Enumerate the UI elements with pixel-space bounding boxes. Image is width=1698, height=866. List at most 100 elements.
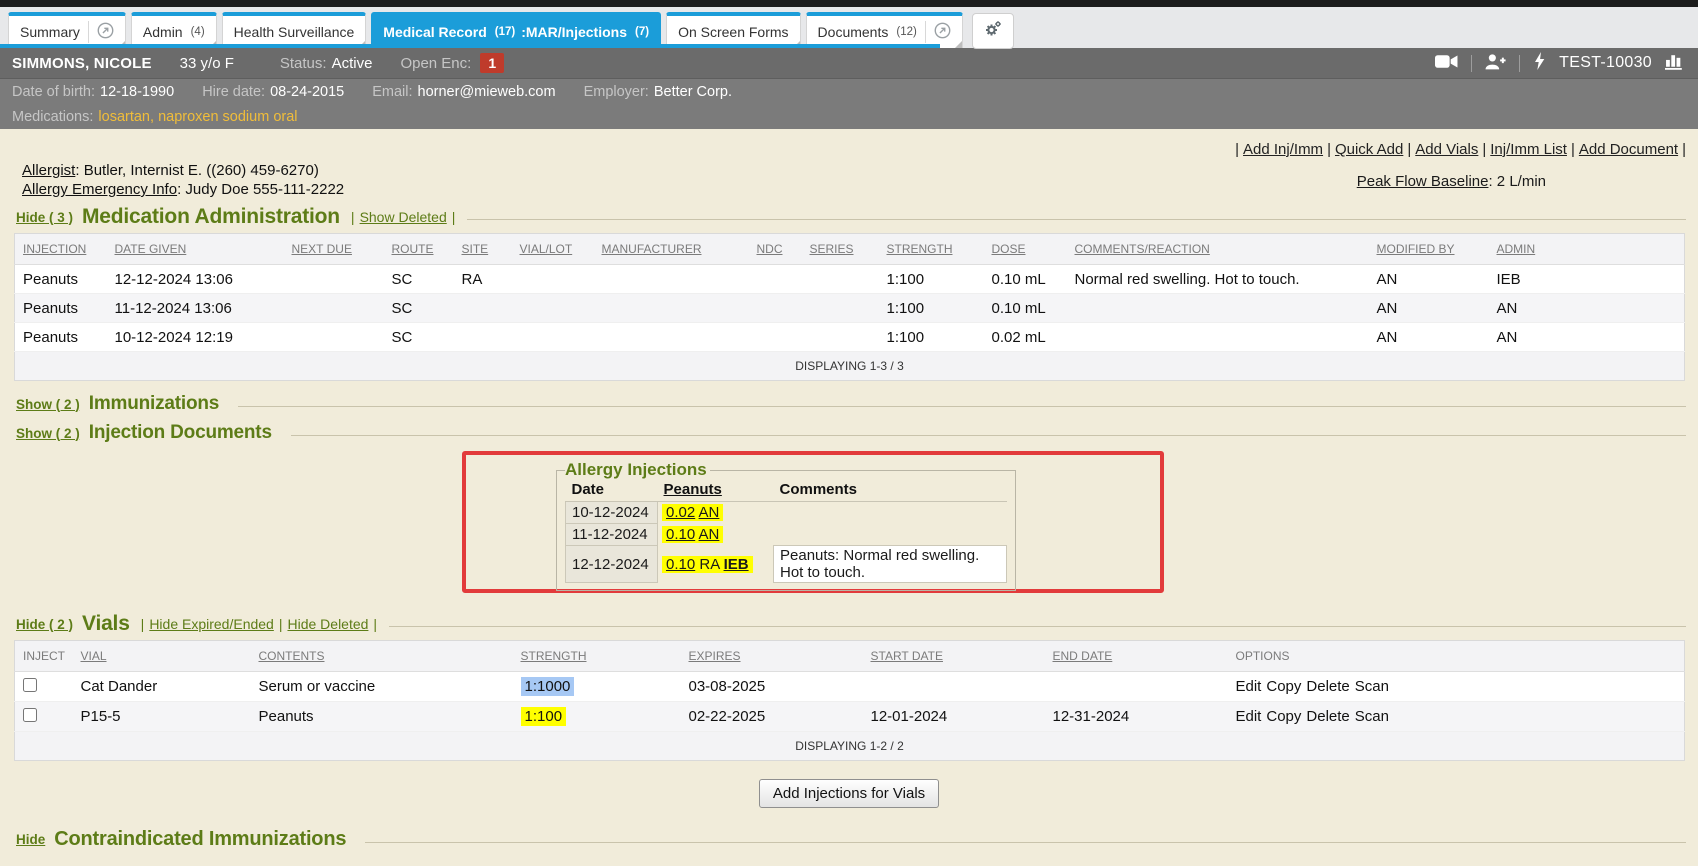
col-contents[interactable]: CONTENTS — [259, 649, 325, 663]
scan-link[interactable]: Scan — [1355, 708, 1389, 725]
med-admin-hide-toggle[interactable]: Hide ( 3 ) — [16, 210, 73, 225]
tab-medical-record[interactable]: Medical Record (17):MAR/Injections (7) — [371, 12, 661, 48]
tab-medical-record-count: (17) — [495, 26, 515, 38]
cell-end-date — [1045, 672, 1228, 702]
col-expires[interactable]: EXPIRES — [689, 649, 741, 663]
dob-label: Date of birth: — [12, 84, 95, 100]
col-series[interactable]: SERIES — [810, 242, 854, 256]
injection-documents-show-toggle[interactable]: Show ( 2 ) — [16, 426, 80, 441]
edit-link[interactable]: Edit — [1236, 678, 1262, 695]
edit-link[interactable]: Edit — [1236, 708, 1262, 725]
scan-link[interactable]: Scan — [1355, 678, 1389, 695]
col-next-due[interactable]: NEXT DUE — [292, 242, 352, 256]
cell-strength: 1:100 — [879, 294, 984, 323]
col-strength[interactable]: STRENGTH — [887, 242, 953, 256]
cell-comments — [774, 502, 1007, 524]
inject-checkbox[interactable] — [23, 708, 37, 722]
hire-date-value: 08-24-2015 — [270, 84, 344, 100]
col-site[interactable]: SITE — [462, 242, 489, 256]
delete-link[interactable]: Delete — [1306, 678, 1349, 695]
window-top-strip — [0, 0, 1698, 7]
peak-flow-baseline: Peak Flow Baseline: 2 L/min — [1357, 173, 1546, 199]
col-admin[interactable]: ADMIN — [1497, 242, 1536, 256]
show-deleted-link[interactable]: Show Deleted — [360, 209, 447, 225]
col-vial-lot[interactable]: VIAL/LOT — [520, 242, 573, 256]
cell-vial-lot — [512, 294, 594, 323]
col-date-given[interactable]: DATE GIVEN — [115, 242, 187, 256]
cell-date: 10-12-2024 — [566, 502, 658, 524]
status-value: Active — [332, 55, 373, 72]
allergy-injection-row: 12-12-2024 0.10 RA IEB Peanuts: Normal r… — [566, 546, 1007, 583]
col-end-date[interactable]: END DATE — [1053, 649, 1113, 663]
peak-flow-baseline-link[interactable]: Peak Flow Baseline — [1357, 173, 1489, 190]
delete-link[interactable]: Delete — [1306, 708, 1349, 725]
tab-summary[interactable]: Summary — [8, 12, 126, 48]
cell-comments — [774, 524, 1007, 546]
allergist-value: : Butler, Internist E. ((260) 459-6270) — [75, 162, 318, 179]
tab-on-screen-forms-label: On Screen Forms — [678, 24, 788, 40]
section-rule — [238, 406, 1686, 407]
dob-value: 12-18-1990 — [100, 84, 174, 100]
add-vials-link[interactable]: Add Vials — [1415, 141, 1478, 158]
flowsheet-chart-icon[interactable] — [1665, 53, 1686, 74]
initials-link[interactable]: AN — [699, 526, 720, 543]
allergy-emergency-info-link[interactable]: Allergy Emergency Info — [22, 181, 177, 198]
tab-admin[interactable]: Admin (4) — [131, 12, 217, 48]
add-document-link[interactable]: Add Document — [1579, 141, 1678, 158]
col-injection[interactable]: INJECTION — [23, 242, 86, 256]
dose-link[interactable]: 0.10 — [666, 526, 695, 543]
inj-imm-list-link[interactable]: Inj/Imm List — [1490, 141, 1567, 158]
patient-age-sex: 33 y/o F — [180, 55, 234, 72]
immunizations-show-toggle[interactable]: Show ( 2 ) — [16, 397, 80, 412]
allergist-link[interactable]: Allergist — [22, 162, 75, 179]
col-comments: Comments — [774, 480, 1007, 502]
video-camera-icon[interactable] — [1435, 54, 1458, 73]
contraindicated-hide-toggle[interactable]: Hide — [16, 832, 45, 847]
hide-expired-ended-link[interactable]: Hide Expired/Ended — [149, 616, 274, 632]
cell-series — [802, 294, 879, 323]
popout-icon[interactable] — [97, 22, 114, 42]
cell-date-given: 10-12-2024 12:19 — [107, 323, 284, 352]
cell-options: EditCopy Delete Scan — [1228, 672, 1685, 702]
hire-date-label: Hire date: — [202, 84, 265, 100]
cell-comments — [1067, 294, 1369, 323]
initials-link[interactable]: AN — [699, 504, 720, 521]
copy-link[interactable]: Copy — [1266, 678, 1301, 695]
cell-ndc — [749, 323, 802, 352]
copy-link[interactable]: Copy — [1266, 708, 1301, 725]
settings-button[interactable] — [972, 13, 1014, 49]
col-modified-by[interactable]: MODIFIED BY — [1377, 242, 1455, 256]
employer-value: Better Corp. — [654, 84, 732, 100]
col-inject: INJECT — [23, 649, 65, 663]
dose-link[interactable]: 0.02 — [666, 504, 695, 521]
medications-label: Medications: — [12, 109, 93, 125]
medication-link-naproxen[interactable]: naproxen sodium oral — [158, 109, 297, 125]
col-vial[interactable]: VIAL — [81, 649, 107, 663]
tab-health-surveillance[interactable]: Health Surveillance — [222, 12, 367, 48]
initials-link[interactable]: IEB — [724, 556, 749, 573]
col-strength[interactable]: STRENGTH — [521, 649, 587, 663]
tab-on-screen-forms[interactable]: On Screen Forms — [666, 12, 800, 48]
medication-link-losartan[interactable]: losartan — [98, 109, 150, 125]
col-ndc[interactable]: NDC — [757, 242, 783, 256]
contraindicated-title: Contraindicated Immunizations — [54, 828, 346, 851]
col-comments-reaction[interactable]: COMMENTS/REACTION — [1075, 242, 1210, 256]
med-admin-title: Medication Administration — [82, 205, 340, 229]
tab-documents[interactable]: Documents (12) — [806, 12, 963, 48]
open-enc-badge[interactable]: 1 — [480, 53, 504, 73]
col-route[interactable]: ROUTE — [392, 242, 434, 256]
quick-add-link[interactable]: Quick Add — [1335, 141, 1403, 158]
col-manufacturer[interactable]: MANUFACTURER — [602, 242, 702, 256]
lightning-icon[interactable] — [1533, 52, 1546, 74]
vials-hide-toggle[interactable]: Hide ( 2 ) — [16, 617, 73, 632]
popout-icon[interactable] — [934, 22, 951, 42]
hide-deleted-link[interactable]: Hide Deleted — [287, 616, 368, 632]
dose-link[interactable]: 0.10 — [666, 556, 695, 573]
add-user-icon[interactable] — [1485, 53, 1506, 74]
col-start-date[interactable]: START DATE — [871, 649, 943, 663]
add-inj-imm-link[interactable]: Add Inj/Imm — [1243, 141, 1323, 158]
add-injections-for-vials-button[interactable]: Add Injections for Vials — [759, 779, 939, 808]
tab-medical-record-subcount: (7) — [635, 26, 649, 38]
col-dose[interactable]: DOSE — [992, 242, 1026, 256]
inject-checkbox[interactable] — [23, 678, 37, 692]
